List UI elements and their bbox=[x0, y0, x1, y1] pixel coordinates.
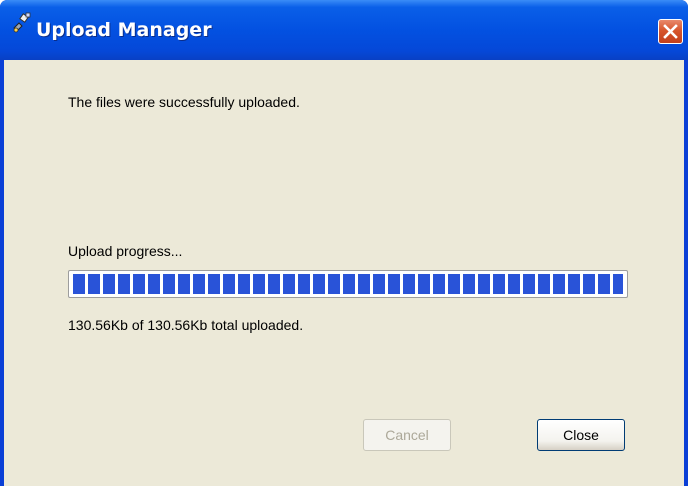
close-button[interactable]: Close bbox=[537, 419, 625, 451]
progress-fill bbox=[73, 274, 623, 294]
progress-label: Upload progress... bbox=[68, 243, 183, 259]
cancel-button[interactable]: Cancel bbox=[363, 419, 451, 451]
window-title: Upload Manager bbox=[36, 19, 212, 41]
upload-progress-bar bbox=[68, 270, 628, 298]
window-close-button[interactable] bbox=[658, 19, 683, 44]
success-message: The files were successfully uploaded. bbox=[68, 94, 300, 110]
dialog-body: The files were successfully uploaded. Up… bbox=[4, 60, 684, 486]
upload-satellite-icon bbox=[10, 12, 34, 36]
progress-status: 130.56Kb of 130.56Kb total uploaded. bbox=[68, 317, 304, 333]
title-bar[interactable]: Upload Manager bbox=[0, 0, 688, 60]
upload-manager-window: Upload Manager The files were successful… bbox=[0, 0, 688, 486]
close-icon bbox=[663, 24, 678, 39]
